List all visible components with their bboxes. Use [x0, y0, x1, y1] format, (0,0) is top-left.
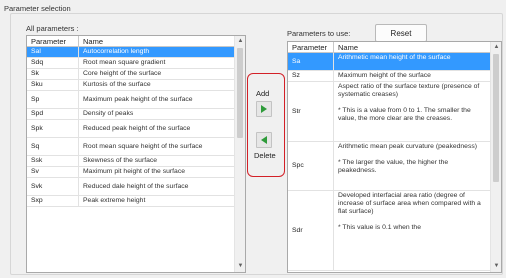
scroll-thumb[interactable]	[237, 48, 243, 138]
scroll-down-icon[interactable]: ▼	[491, 261, 501, 272]
name-cell: Maximum pit height of the surface	[83, 168, 185, 175]
parameter-cell: Sp	[27, 91, 79, 108]
parameter-cell: Sa	[288, 53, 334, 70]
parameter-cell: Svk	[27, 178, 79, 195]
table-row[interactable]: Sk Core height of the surface	[27, 69, 234, 80]
table-row[interactable]: Sal Autocorrelation length	[27, 47, 234, 58]
parameter-cell: Spd	[27, 109, 79, 119]
all-parameters-rows: Sal Autocorrelation length Sdq Root mean sq…	[27, 47, 234, 207]
name-cell: Reduced dale height of the surface	[83, 182, 189, 190]
name-cell: Peak extreme height	[83, 197, 146, 204]
column-header-name[interactable]: Name	[79, 36, 232, 46]
table-header: Parameter Name	[288, 42, 501, 53]
table-row[interactable]: Sv Maximum pit height of the surface	[27, 167, 234, 178]
parameter-cell: Sdq	[27, 58, 79, 68]
table-header: Parameter Name	[27, 36, 245, 47]
table-row[interactable]: Ssk Skewness of the surface	[27, 156, 234, 167]
scroll-up-icon[interactable]: ▲	[491, 42, 501, 53]
name-cell: Kurtosis of the surface	[83, 81, 151, 88]
parameter-cell: Spc	[288, 142, 334, 190]
column-header-parameter[interactable]: Parameter	[288, 42, 334, 52]
name-cell: Root mean square gradient	[83, 59, 166, 66]
name-cell: Arithmetic mean peak curvature (peakedne…	[338, 143, 478, 174]
reset-button[interactable]: Reset	[375, 24, 427, 42]
table-row[interactable]: Sdq Root mean square gradient	[27, 58, 234, 69]
delete-button[interactable]	[256, 132, 272, 148]
name-cell: Maximum peak height of the surface	[83, 95, 193, 103]
table-row[interactable]: Spk Reduced peak height of the surface	[27, 120, 234, 138]
parameter-cell: Sz	[288, 71, 334, 81]
table-row[interactable]: Svk Reduced dale height of the surface	[27, 178, 234, 196]
table-row[interactable]: Sa Arithmetic mean height of the surface	[288, 53, 490, 71]
table-row[interactable]: Str Aspect ratio of the surface texture (…	[288, 82, 490, 142]
name-cell: Reduced peak height of the surface	[83, 124, 191, 132]
table-row[interactable]: Sq Root mean square height of the surface	[27, 138, 234, 156]
column-header-parameter[interactable]: Parameter	[27, 36, 79, 46]
name-cell: Autocorrelation length	[83, 48, 150, 55]
table-row[interactable]: Sdr Developed interfacial area ratio (deg…	[288, 191, 490, 271]
parameter-cell: Sxp	[27, 196, 79, 206]
column-header-name[interactable]: Name	[334, 42, 488, 52]
all-parameters-table[interactable]: Parameter Name Sal Autocorrelation length…	[26, 35, 246, 273]
add-label[interactable]: Add	[256, 89, 269, 98]
name-cell: Skewness of the surface	[83, 157, 158, 164]
parameter-cell: Sdr	[288, 191, 334, 270]
scroll-up-icon[interactable]: ▲	[235, 36, 245, 47]
parameter-cell: Sv	[27, 167, 79, 177]
parameter-cell: Sku	[27, 80, 79, 90]
name-cell: Root mean square height of the surface	[83, 142, 203, 150]
parameter-cell: Spk	[27, 120, 79, 137]
scroll-thumb[interactable]	[493, 54, 499, 182]
parameters-to-use-scrollbar[interactable]: ▲ ▼	[490, 42, 501, 272]
all-parameters-scrollbar[interactable]: ▲ ▼	[234, 36, 245, 272]
parameters-to-use-rows: Sa Arithmetic mean height of the surface S…	[288, 53, 490, 271]
parameter-cell: Sal	[27, 47, 79, 57]
parameter-cell: Ssk	[27, 156, 79, 166]
name-cell: Developed interfacial area ratio (degree…	[338, 192, 481, 231]
name-cell: Core height of the surface	[83, 70, 162, 77]
name-cell: Aspect ratio of the surface texture (pre…	[338, 83, 480, 122]
name-cell: Density of peaks	[83, 110, 134, 117]
parameter-cell: Sk	[27, 69, 79, 79]
parameter-cell: Sq	[27, 138, 79, 155]
table-row[interactable]: Spc Arithmetic mean peak curvature (peake…	[288, 142, 490, 191]
name-cell: Arithmetic mean height of the surface	[338, 54, 451, 61]
all-parameters-label: All parameters :	[26, 24, 79, 33]
add-button[interactable]	[256, 101, 272, 117]
right-arrow-icon	[261, 105, 267, 113]
table-row[interactable]: Sxp Peak extreme height	[27, 196, 234, 207]
table-row[interactable]: Sku Kurtosis of the surface	[27, 80, 234, 91]
table-row[interactable]: Sp Maximum peak height of the surface	[27, 91, 234, 109]
delete-label[interactable]: Delete	[254, 151, 276, 160]
parameters-to-use-table[interactable]: Parameter Name Sa Arithmetic mean height …	[287, 41, 502, 273]
table-row[interactable]: Sz Maximum height of the surface	[288, 71, 490, 82]
left-arrow-icon	[261, 136, 267, 144]
table-row[interactable]: Spd Density of peaks	[27, 109, 234, 120]
scroll-down-icon[interactable]: ▼	[235, 261, 245, 272]
group-title: Parameter selection	[4, 4, 71, 13]
parameter-cell: Str	[288, 82, 334, 141]
parameters-to-use-label: Parameters to use:	[287, 29, 351, 38]
name-cell: Maximum height of the surface	[338, 72, 431, 79]
